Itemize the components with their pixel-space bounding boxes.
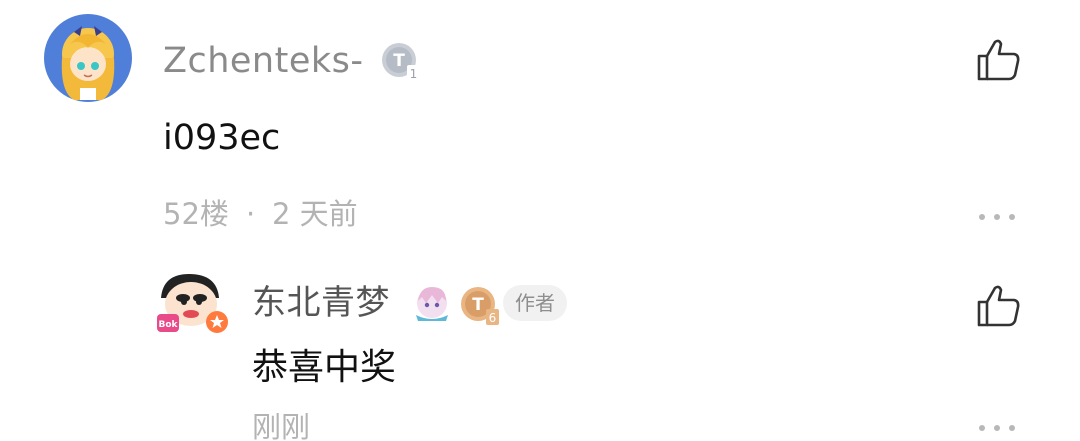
reply-like-button[interactable] xyxy=(974,282,1022,330)
dot xyxy=(994,214,1000,220)
user-avatar[interactable] xyxy=(44,14,132,102)
svg-text:Bok: Bok xyxy=(158,320,178,330)
reply-more-options-button[interactable] xyxy=(979,422,1015,434)
more-options-button[interactable] xyxy=(979,211,1015,223)
reply-text: 恭喜中奖 xyxy=(252,347,397,388)
meta-separator: · xyxy=(246,197,256,231)
anime-girl-avatar-icon xyxy=(44,14,132,102)
thumbs-up-icon xyxy=(977,285,1020,327)
svg-text:1: 1 xyxy=(410,67,418,81)
svg-text:T: T xyxy=(472,295,484,315)
reply-username[interactable]: 东北青梦 xyxy=(252,286,390,320)
reply-avatar[interactable]: Bok xyxy=(153,268,229,334)
dot xyxy=(979,425,985,431)
level-icon: T 1 xyxy=(382,43,420,81)
comment-time: 2 天前 xyxy=(272,197,358,231)
author-tag: 作者 xyxy=(503,285,567,321)
like-button[interactable] xyxy=(974,36,1022,84)
level-icon: T 6 xyxy=(461,287,499,325)
dot xyxy=(994,425,1000,431)
level-badge: T 1 xyxy=(380,41,420,81)
svg-text:6: 6 xyxy=(489,311,497,325)
dot xyxy=(1009,214,1015,220)
dot xyxy=(979,214,985,220)
anime-character-badge xyxy=(412,283,452,323)
comment-text: i093ec xyxy=(163,118,281,158)
thumbs-up-icon xyxy=(977,39,1020,81)
cartoon-boy-avatar-icon: Bok xyxy=(153,268,229,334)
comment-username[interactable]: Zchenteks- xyxy=(163,44,364,79)
svg-text:T: T xyxy=(393,51,405,71)
anime-character-badge-icon xyxy=(416,287,448,321)
reply-level-badge: T 6 xyxy=(459,285,499,325)
dot xyxy=(1009,425,1015,431)
comment-floor: 52楼 xyxy=(163,197,229,231)
reply-time: 刚刚 xyxy=(252,410,311,441)
